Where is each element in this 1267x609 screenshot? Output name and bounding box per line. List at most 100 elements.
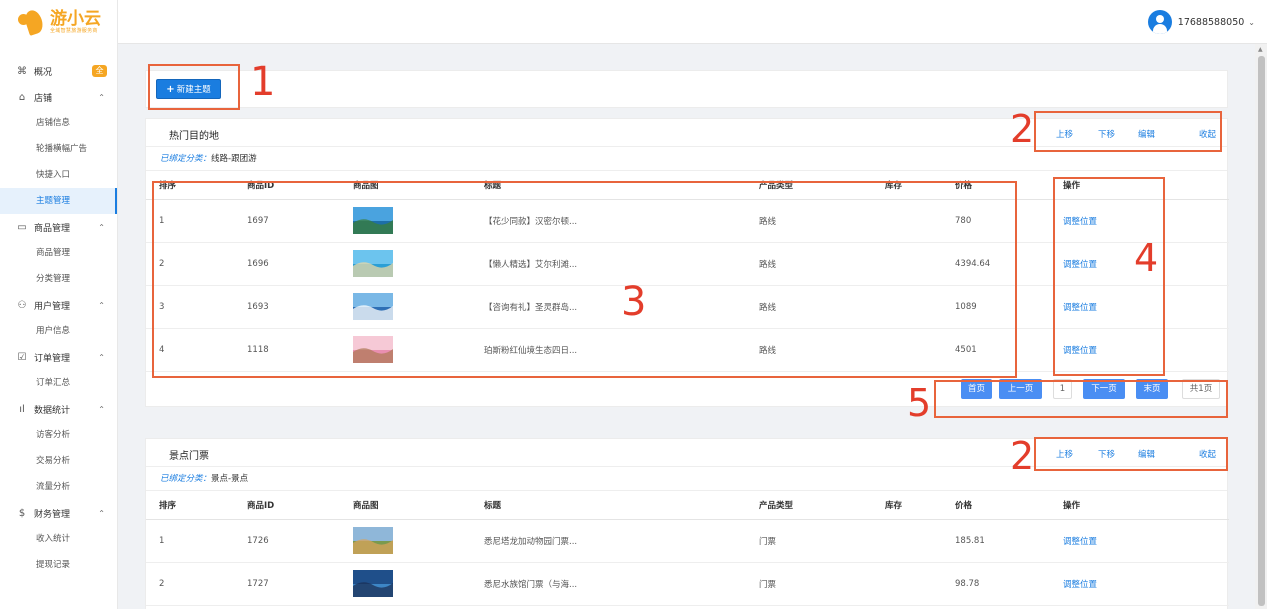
sidebar-item[interactable]: 主题管理 [0, 188, 117, 214]
column-header: 排序 [146, 491, 234, 520]
sidebar-group-label: 数据统计 [34, 405, 71, 416]
annotation-box [152, 181, 1017, 378]
sidebar-group-6[interactable]: $ 财务管理 ⌃ [0, 500, 117, 526]
sidebar-group-5[interactable]: ıl 数据统计 ⌃ [0, 396, 117, 422]
bar-chart-icon: ıl [19, 403, 25, 415]
chevron-up-icon[interactable]: ⌃ [98, 223, 105, 232]
row-order: 2 [146, 562, 234, 606]
row-action: 调整位置 [1050, 562, 1229, 606]
logo[interactable]: 游小云 全域智慧旅游服务商 [0, 0, 117, 44]
column-header: 价格 [942, 491, 1050, 520]
sidebar-item[interactable]: 收入统计 [0, 526, 117, 552]
row-title: 悉尼塔龙加动物园门票... [471, 519, 746, 563]
sidebar-group-label: 用户管理 [34, 301, 71, 312]
column-header: 操作 [1050, 491, 1229, 520]
chevron-down-icon[interactable]: ⌄ [1248, 18, 1255, 27]
annotation-number: 4 [1134, 236, 1159, 280]
logo-mark-icon [18, 8, 46, 36]
table-row: 2 1727 悉尼水族馆门票（与海... 门票 98.78 调整位置 [146, 562, 1229, 606]
section-title: 景点门票 [169, 451, 209, 462]
annotation-number: 1 [250, 59, 276, 105]
adjust-position-link[interactable]: 调整位置 [1063, 537, 1097, 547]
row-action: 调整位置 [1050, 519, 1229, 563]
table-row: 1 1726 悉尼塔龙加动物园门票... 门票 185.81 调整位置 [146, 519, 1229, 563]
section-title: 热门目的地 [169, 131, 219, 142]
users-icon: ⚇ [17, 299, 27, 311]
bound-category-value: 线路-跟团游 [211, 154, 257, 164]
user-menu[interactable]: 17688588050 ⌄ [1147, 10, 1255, 34]
checkbox-icon: ☑ [17, 351, 27, 363]
sidebar-group-2[interactable]: ▭ 商品管理 ⌃ [0, 214, 117, 240]
chevron-up-icon[interactable]: ⌃ [98, 93, 105, 102]
sidebar-group-3[interactable]: ⚇ 用户管理 ⌃ [0, 292, 117, 318]
sidebar-item[interactable]: 分类管理 [0, 266, 117, 292]
avatar[interactable] [1147, 10, 1172, 34]
sidebar-nav: ⌘ 概况 全 ⌂ 店铺 ⌃ 店铺信息 轮播横幅广告 快捷入口 主题管理 ▭ 商品管理 ⌃ 商品管理 分类管理… [0, 44, 117, 578]
user-phone: 17688588050 [1177, 16, 1245, 28]
annotation-box [934, 380, 1228, 418]
scrollbar[interactable]: ▲ [1255, 44, 1267, 609]
scroll-up-icon[interactable]: ▲ [1258, 46, 1263, 53]
row-price: 98.78 [942, 562, 1050, 606]
logo-slogan: 全域智慧旅游服务商 [50, 28, 98, 34]
sidebar-group-0[interactable]: ⌘ 概况 全 [0, 58, 117, 84]
column-header: 标题 [471, 491, 746, 520]
annotation-number: 5 [907, 381, 932, 425]
row-order: 1 [146, 519, 234, 563]
chevron-up-icon[interactable]: ⌃ [98, 405, 105, 414]
sidebar-group-1[interactable]: ⌂ 店铺 ⌃ [0, 84, 117, 110]
new-theme-panel: + 新建主题 [145, 70, 1228, 108]
logo-name: 游小云 [50, 9, 101, 29]
sidebar-group-label: 商品管理 [34, 223, 71, 234]
annotation-box [1034, 437, 1228, 471]
sidebar-item[interactable]: 用户信息 [0, 318, 117, 344]
column-header: 商品图 [340, 491, 471, 520]
sidebar-item[interactable]: 快捷入口 [0, 162, 117, 188]
chevron-up-icon[interactable]: ⌃ [98, 509, 105, 518]
top-bar: 17688588050 ⌄ [118, 0, 1267, 44]
annotation-number: 2 [1010, 434, 1035, 478]
sidebar-item[interactable]: 提现记录 [0, 552, 117, 578]
column-header: 库存 [872, 491, 942, 520]
row-stock [872, 519, 942, 563]
sidebar-group-label: 概况 [34, 67, 53, 78]
annotation-number: 3 [621, 279, 647, 325]
sidebar-item[interactable]: 轮播横幅广告 [0, 136, 117, 162]
bound-category-value: 景点-景点 [211, 474, 249, 484]
row-type: 门票 [746, 519, 872, 563]
product-thumbnail [353, 570, 393, 597]
row-image [340, 562, 471, 606]
home-icon: ⌂ [18, 91, 26, 103]
bound-category-label: 已绑定分类： [160, 474, 212, 484]
calendar-icon: ▭ [17, 221, 27, 233]
sidebar-group-4[interactable]: ☑ 订单管理 ⌃ [0, 344, 117, 370]
scrollbar-thumb[interactable] [1258, 56, 1265, 606]
row-price: 185.81 [942, 519, 1050, 563]
sidebar-item[interactable]: 订单汇总 [0, 370, 117, 396]
column-header: 商品ID [234, 491, 340, 520]
command-icon: ⌘ [17, 65, 27, 77]
sidebar-group-label: 订单管理 [34, 353, 71, 364]
bound-category-label: 已绑定分类： [160, 154, 212, 164]
sidebar-item[interactable]: 交易分析 [0, 448, 117, 474]
sidebar-item[interactable]: 访客分析 [0, 422, 117, 448]
column-header: 产品类型 [746, 491, 872, 520]
sidebar-item[interactable]: 流量分析 [0, 474, 117, 500]
adjust-position-link[interactable]: 调整位置 [1063, 580, 1097, 590]
chevron-up-icon[interactable]: ⌃ [98, 353, 105, 362]
chevron-up-icon[interactable]: ⌃ [98, 301, 105, 310]
dollar-icon: $ [18, 507, 26, 519]
row-title: 悉尼水族馆门票（与海... [471, 562, 746, 606]
product-thumbnail [353, 527, 393, 554]
sidebar-group-label: 财务管理 [34, 509, 71, 520]
sidebar: 游小云 全域智慧旅游服务商 ⌘ 概况 全 ⌂ 店铺 ⌃ 店铺信息 轮播横幅广告 快捷入口 主题管理… [0, 0, 118, 609]
product-table: 排序 商品ID 商品图 标题 产品类型 库存 价格 操作 1 1726 悉尼塔龙加动物园门票... 门… [146, 491, 1229, 606]
row-stock [872, 562, 942, 606]
annotation-box [148, 64, 240, 110]
annotation-number: 2 [1010, 107, 1035, 151]
annotation-box [1034, 111, 1222, 152]
row-product-id: 1726 [234, 519, 340, 563]
sidebar-item[interactable]: 店铺信息 [0, 110, 117, 136]
sidebar-group-label: 店铺 [34, 93, 53, 104]
sidebar-item[interactable]: 商品管理 [0, 240, 117, 266]
